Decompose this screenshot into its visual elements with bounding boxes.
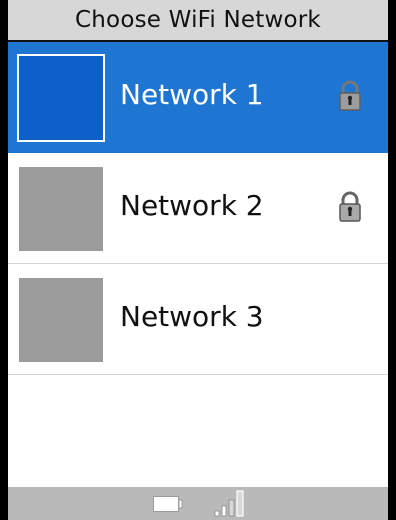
network-thumbnail bbox=[19, 167, 103, 251]
battery-icon bbox=[153, 496, 183, 512]
lock-icon bbox=[339, 191, 361, 222]
network-list: Network 1 Network 2 Network 3 bbox=[8, 42, 388, 375]
wifi-screen: Choose WiFi Network Network 1 Network 2 bbox=[0, 0, 396, 520]
page-title: Choose WiFi Network bbox=[75, 7, 321, 33]
network-name: Network 1 bbox=[120, 78, 264, 111]
network-thumbnail bbox=[17, 54, 105, 142]
network-name: Network 2 bbox=[120, 189, 264, 222]
signal-strength-icon bbox=[214, 490, 244, 517]
status-bar bbox=[8, 487, 388, 520]
network-row-2[interactable]: Network 2 bbox=[8, 153, 388, 264]
lock-icon bbox=[339, 80, 361, 111]
network-thumbnail bbox=[19, 278, 103, 362]
network-row-3[interactable]: Network 3 bbox=[8, 264, 388, 375]
network-row-1[interactable]: Network 1 bbox=[8, 42, 388, 153]
network-name: Network 3 bbox=[120, 300, 264, 333]
title-bar: Choose WiFi Network bbox=[8, 0, 388, 42]
